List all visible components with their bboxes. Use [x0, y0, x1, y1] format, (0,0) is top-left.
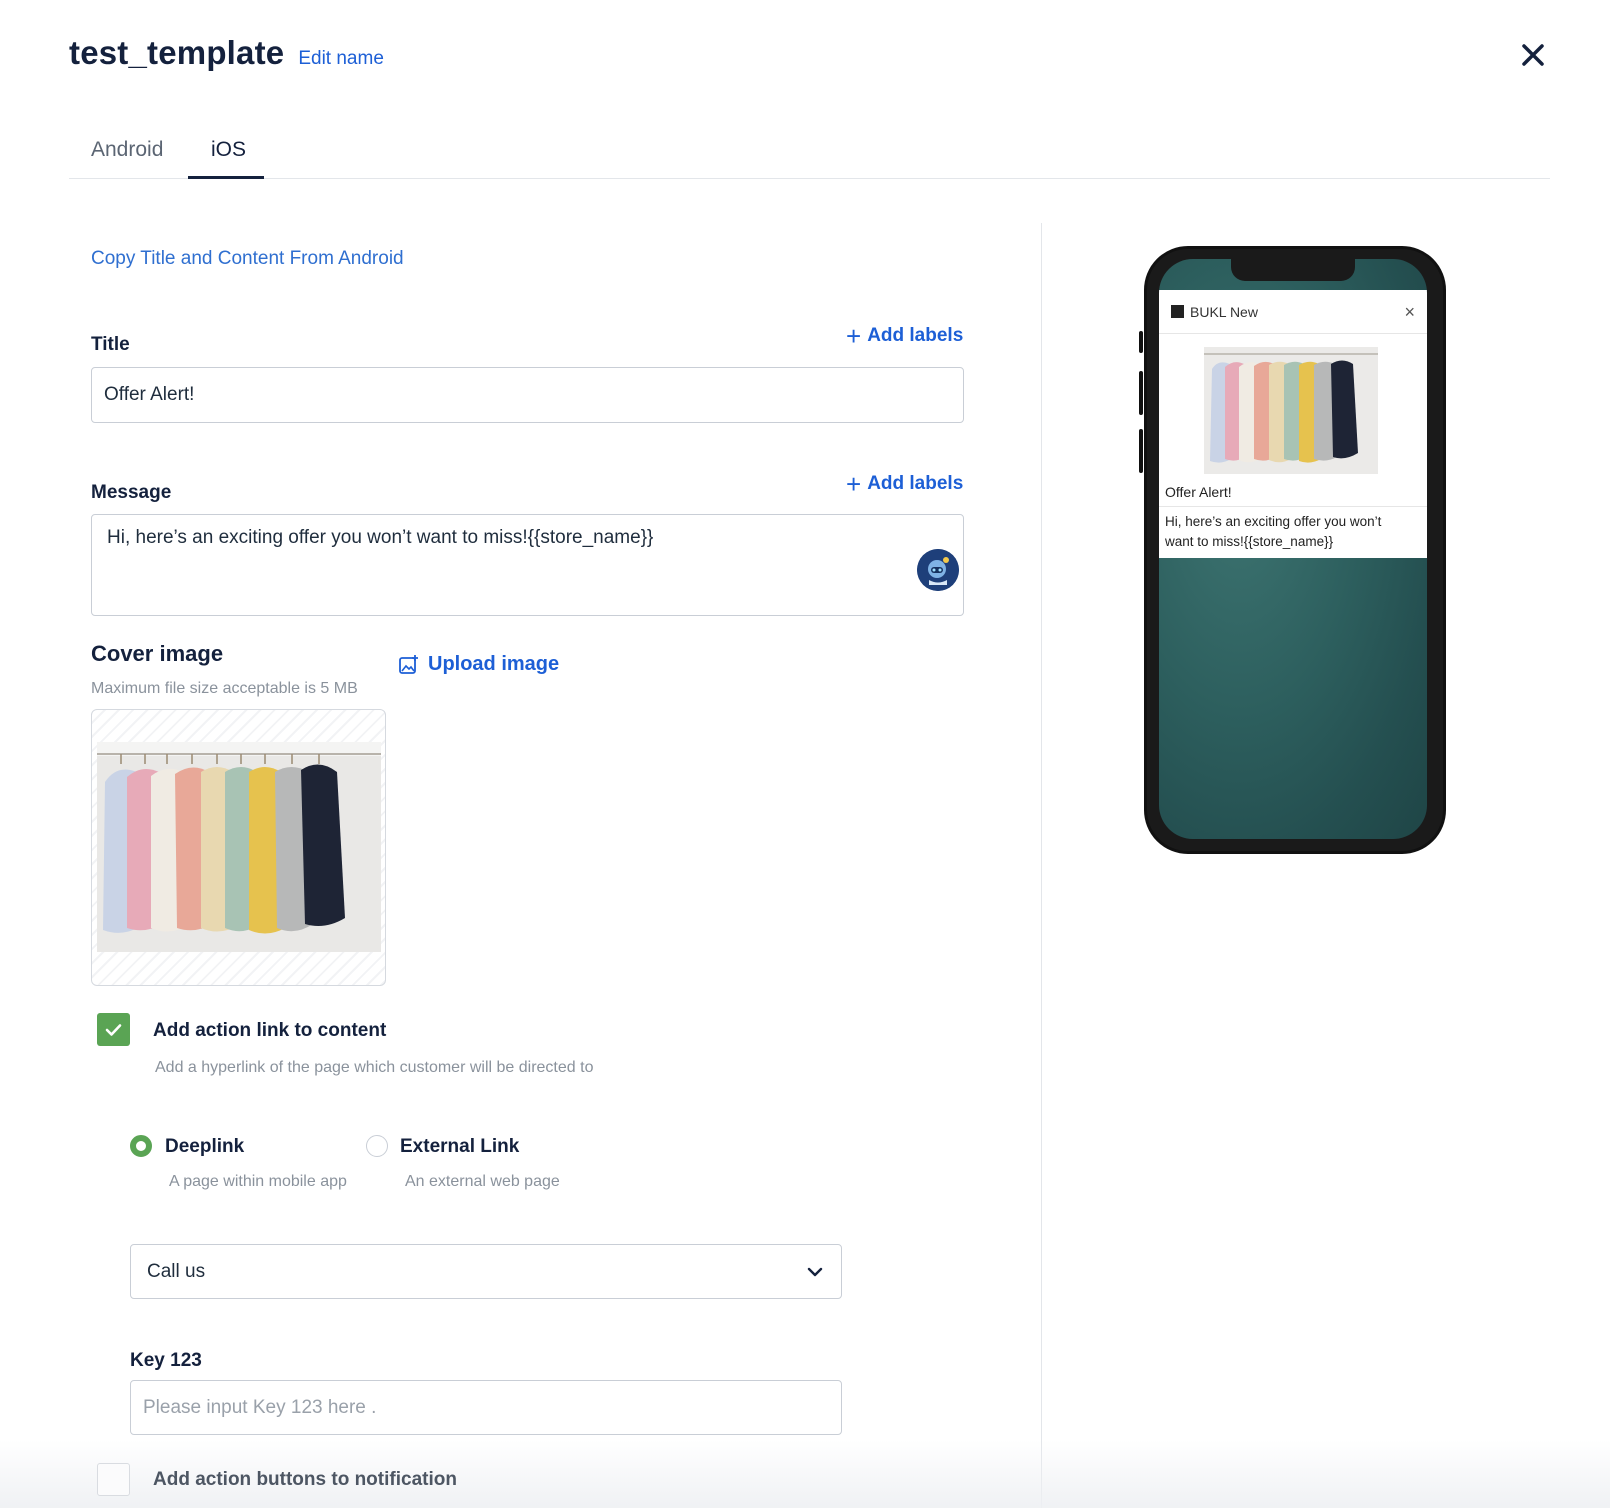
- ai-assistant-icon[interactable]: [917, 549, 959, 591]
- notification-image: [1204, 347, 1378, 474]
- plus-icon: +: [846, 321, 862, 351]
- tab-android[interactable]: Android: [91, 138, 163, 162]
- external-link-radio[interactable]: [366, 1135, 388, 1157]
- page-title: test_template: [69, 34, 285, 71]
- upload-image-button[interactable]: Upload image: [398, 653, 559, 676]
- external-link-description: An external web page: [405, 1173, 560, 1190]
- phone-screen: BUKL New × Offer Alert! Hi, here’s an ex…: [1159, 259, 1427, 839]
- external-link-label: External Link: [400, 1136, 520, 1157]
- ios-phone-preview: BUKL New × Offer Alert! Hi, here’s an ex…: [1139, 246, 1446, 854]
- selected-page-value: Call us: [147, 1260, 206, 1282]
- key-input-placeholder: Please input Key 123 here .: [143, 1396, 377, 1418]
- copy-from-android-link[interactable]: Copy Title and Content From Android: [91, 248, 404, 270]
- cover-image-preview[interactable]: [91, 709, 386, 986]
- deeplink-label: Deeplink: [165, 1136, 245, 1157]
- phone-notch: [1231, 259, 1355, 281]
- chevron-down-icon: [807, 1267, 823, 1276]
- close-icon[interactable]: [1518, 40, 1548, 70]
- title-add-labels-button[interactable]: + Add labels: [846, 323, 963, 349]
- notification-divider: [1159, 506, 1427, 507]
- active-tab-indicator: [188, 176, 264, 179]
- message-textarea[interactable]: Hi, here’s an exciting offer you won’t w…: [91, 514, 964, 616]
- action-link-description: Add a hyperlink of the page which custom…: [155, 1059, 594, 1076]
- message-add-labels-button[interactable]: + Add labels: [846, 471, 963, 497]
- action-buttons-checkbox[interactable]: [97, 1463, 130, 1496]
- message-label: Message: [91, 482, 172, 503]
- action-link-label: Add action link to content: [153, 1020, 387, 1041]
- image-add-icon: [399, 654, 418, 674]
- platform-tabs: Android iOS: [69, 130, 1550, 179]
- deeplink-description: A page within mobile app: [169, 1173, 347, 1190]
- key-input[interactable]: Please input Key 123 here .: [130, 1380, 842, 1435]
- title-label: Title: [91, 334, 130, 355]
- plus-icon: +: [846, 469, 862, 499]
- cover-image-label: Cover image: [91, 641, 224, 666]
- deeplink-radio[interactable]: [130, 1135, 152, 1157]
- notification-card: BUKL New × Offer Alert! Hi, here’s an ex…: [1159, 290, 1427, 558]
- upload-image-text: Upload image: [428, 653, 560, 675]
- panel-divider: [1041, 223, 1042, 1508]
- phone-side-button: [1139, 371, 1143, 415]
- header: test_template Edit name: [69, 34, 384, 72]
- notification-message: Hi, here’s an exciting offer you won’t w…: [1165, 514, 1382, 549]
- phone-side-button: [1139, 331, 1143, 353]
- app-icon: [1171, 305, 1184, 318]
- add-labels-text: Add labels: [867, 325, 964, 346]
- message-text: Hi, here’s an exciting offer you won’t w…: [107, 527, 654, 548]
- action-link-checkbox[interactable]: [97, 1013, 130, 1046]
- tab-ios[interactable]: iOS: [211, 138, 246, 162]
- notification-app-name: BUKL New: [1190, 303, 1258, 320]
- edit-name-link[interactable]: Edit name: [298, 48, 384, 70]
- notification-title: Offer Alert!: [1165, 484, 1232, 500]
- phone-side-button: [1139, 429, 1143, 473]
- check-icon: [105, 1024, 122, 1036]
- key-label: Key 123: [130, 1350, 202, 1371]
- notification-header: BUKL New ×: [1159, 290, 1427, 334]
- cover-image-note: Maximum file size acceptable is 5 MB: [91, 680, 358, 697]
- action-buttons-label: Add action buttons to notification: [153, 1469, 457, 1490]
- close-icon[interactable]: ×: [1404, 302, 1415, 323]
- add-labels-text: Add labels: [867, 473, 964, 494]
- title-input[interactable]: Offer Alert!: [91, 367, 964, 423]
- hoodies-photo: [97, 742, 381, 952]
- deeplink-page-select[interactable]: Call us: [130, 1244, 842, 1299]
